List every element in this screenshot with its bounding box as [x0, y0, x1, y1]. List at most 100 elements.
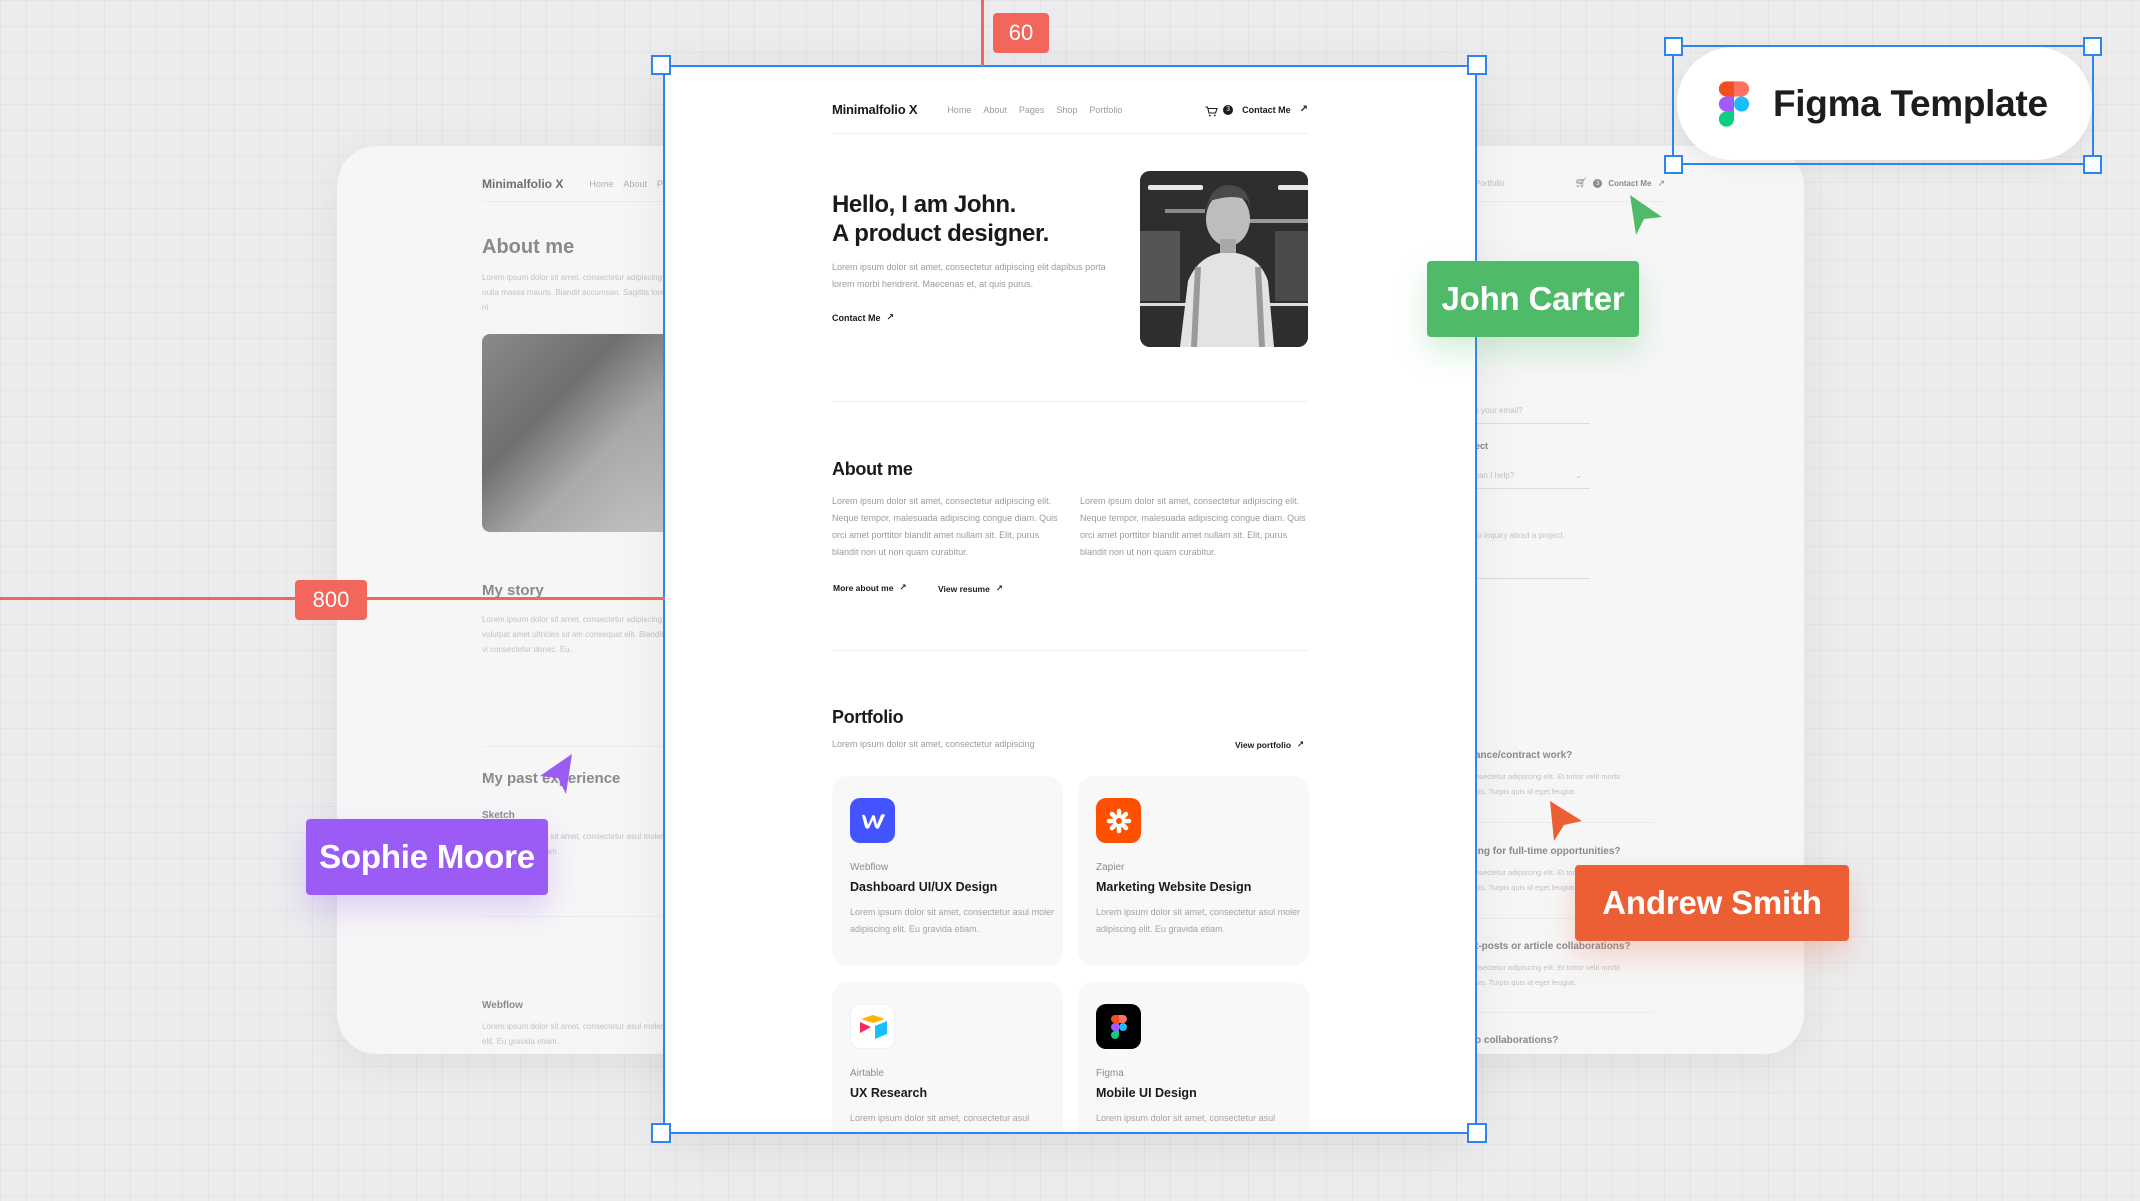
- resize-handle-bottom-left[interactable]: [651, 1123, 671, 1143]
- bg-message-underline: [1475, 578, 1590, 579]
- chevron-down-icon: ⌄: [1575, 471, 1582, 480]
- card-brand: Figma: [1096, 1068, 1124, 1079]
- airtable-icon: [850, 1004, 895, 1049]
- bg-subject-placeholder: can I help?: [1475, 471, 1515, 480]
- guide-badge-top: 60: [993, 13, 1049, 53]
- cursor-arrow-icon: [1548, 799, 1584, 848]
- bg-exp2-title: Webflow: [482, 1000, 523, 1011]
- card-title: Mobile UI Design: [1096, 1086, 1197, 1100]
- nav-link-pages[interactable]: Pages: [1019, 105, 1045, 115]
- cursor-arrow-icon: [1628, 193, 1664, 242]
- bg-logo: Minimalfolio X: [482, 176, 564, 191]
- hero-contact-button[interactable]: Contact Me ↗: [832, 312, 894, 323]
- resize-handle-bottom-right[interactable]: [2083, 155, 2102, 174]
- navbar: Minimalfolio X Home About Pages Shop Por…: [832, 86, 1308, 134]
- faq-question: t-posts or article collaborations?: [1475, 941, 1631, 952]
- portfolio-title: Portfolio: [832, 707, 904, 727]
- collaborator-tag-john-carter: John Carter: [1427, 261, 1639, 337]
- resize-handle-top-left[interactable]: [1664, 37, 1683, 56]
- bg-nav-link: Portfolio: [1475, 179, 1505, 188]
- faq-answer: uis. Turpis quis id eget feugiat.: [1475, 978, 1577, 987]
- cart-count-badge: 3: [1223, 104, 1234, 115]
- bg-email-label: l: [1475, 378, 1478, 388]
- section-divider: [832, 401, 1308, 402]
- card-brand: Webflow: [850, 862, 889, 873]
- arrow-up-right-icon: ↗: [899, 582, 907, 592]
- bg-nav-link: Home: [589, 178, 614, 189]
- portfolio-card-airtable[interactable]: Airtable UX Research Lorem ipsum dolor s…: [832, 982, 1063, 1132]
- faq-answer: uis. Turpis quis id eget feugiat.: [1475, 787, 1577, 796]
- view-portfolio-link[interactable]: View portfolio ↗: [1235, 739, 1304, 750]
- card-description: Lorem ipsum dolor sit amet, consectetur …: [1096, 1113, 1276, 1123]
- nav-link-portfolio[interactable]: Portfolio: [1089, 105, 1122, 115]
- webflow-icon: [850, 798, 895, 843]
- faq-answer: nsectetur adipiscing elit. Et tortor vel…: [1475, 963, 1621, 972]
- hero-contact-label: Contact Me: [832, 312, 881, 323]
- about-text-col1: Lorem ipsum dolor sit amet, consectetur …: [832, 496, 1058, 557]
- faq-question: ance/contract work?: [1475, 750, 1573, 761]
- view-resume-link[interactable]: View resume ↗: [938, 583, 1003, 594]
- hero-title-line1: Hello, I am John.: [832, 191, 1016, 218]
- resize-handle-top-left[interactable]: [651, 55, 671, 75]
- hero-text: Lorem ipsum dolor sit amet, consectetur …: [832, 262, 1106, 289]
- faq-answer: nsectetur adipiscing elit. Et tortor vel…: [1475, 772, 1621, 781]
- faq-answer: uis. Turpis quis id eget feugiat.: [1475, 883, 1577, 892]
- nav-link-shop[interactable]: Shop: [1056, 105, 1077, 115]
- arrow-up-right-icon: ↗: [1657, 178, 1665, 188]
- nav-links: Home About Pages Shop Portfolio: [947, 105, 1122, 115]
- cart-icon: 🛒︎: [1574, 178, 1588, 189]
- profile-photo: [1140, 171, 1308, 347]
- bg-subject-label: ect: [1475, 441, 1489, 451]
- bg-message-field: to inquiry about a project.: [1475, 531, 1565, 540]
- cart-icon[interactable]: [1205, 104, 1218, 117]
- collaborator-tag-sophie-moore: Sophie Moore: [306, 819, 548, 895]
- resize-handle-top-right[interactable]: [1467, 55, 1487, 75]
- more-about-me-link[interactable]: More about me ↗: [833, 582, 907, 593]
- portfolio-card-webflow[interactable]: Webflow Dashboard UI/UX Design Lorem ips…: [832, 776, 1063, 966]
- card-brand: Airtable: [850, 1068, 884, 1079]
- cart-badge: 3: [1593, 179, 1603, 188]
- logo[interactable]: Minimalfolio X: [832, 102, 918, 117]
- resize-handle-bottom-left[interactable]: [1664, 155, 1683, 174]
- card-title: Dashboard UI/UX Design: [850, 880, 998, 894]
- arrow-up-right-icon: ↗: [1299, 104, 1308, 115]
- card-description: Lorem ipsum dolor sit amet, consectetur …: [850, 907, 1055, 934]
- plant-image: [482, 334, 682, 532]
- card-brand: Zapier: [1096, 862, 1125, 873]
- arrow-up-right-icon: ↗: [1297, 739, 1305, 749]
- more-about-me-label: More about me: [833, 582, 894, 593]
- bg-email-field: s your email?: [1475, 406, 1590, 424]
- cursor-arrow-icon: [538, 752, 574, 801]
- vertical-guide-line: [981, 0, 984, 66]
- resize-handle-top-right[interactable]: [2083, 37, 2102, 56]
- figma-template-badge[interactable]: Figma Template: [1677, 47, 2092, 160]
- hero-title-line2: A product designer.: [832, 220, 1049, 247]
- section-divider: [832, 650, 1308, 651]
- portfolio-card-zapier[interactable]: Zapier Marketing Website Design Lorem ip…: [1078, 776, 1309, 966]
- resize-handle-bottom-right[interactable]: [1467, 1123, 1487, 1143]
- arrow-up-right-icon: ↗: [995, 583, 1003, 593]
- card-description: Lorem ipsum dolor sit amet, consectetur …: [850, 1113, 1030, 1123]
- nav-contact-button[interactable]: Contact Me: [1242, 105, 1291, 115]
- card-title: UX Research: [850, 1086, 928, 1100]
- arrow-up-right-icon: ↗: [886, 312, 895, 322]
- portfolio-subtitle: Lorem ipsum dolor sit amet, consectetur …: [832, 739, 1035, 749]
- view-portfolio-label: View portfolio: [1235, 739, 1292, 750]
- bg-divider: [1475, 1012, 1655, 1013]
- about-title: About me: [832, 459, 913, 479]
- guide-badge-left: 800: [295, 580, 367, 620]
- zapier-icon: [1096, 798, 1141, 843]
- faq-question: o collaborations?: [1475, 1035, 1559, 1046]
- bg-subject-select: can I help? ⌄: [1475, 471, 1590, 489]
- collaborator-tag-andrew-smith: Andrew Smith: [1575, 865, 1849, 941]
- figma-icon: [1096, 1004, 1141, 1049]
- nav-link-about[interactable]: About: [983, 105, 1007, 115]
- main-page-frame[interactable]: Minimalfolio X Home About Pages Shop Por…: [665, 66, 1475, 1132]
- figma-logo-icon: [1717, 79, 1751, 129]
- figma-template-label: Figma Template: [1773, 82, 2048, 124]
- card-title: Marketing Website Design: [1096, 880, 1252, 894]
- bg-nav-link: About: [623, 178, 647, 189]
- nav-link-home[interactable]: Home: [947, 105, 971, 115]
- portfolio-card-figma[interactable]: Figma Mobile UI Design Lorem ipsum dolor…: [1078, 982, 1309, 1132]
- about-text-col2: Lorem ipsum dolor sit amet, consectetur …: [1080, 496, 1306, 557]
